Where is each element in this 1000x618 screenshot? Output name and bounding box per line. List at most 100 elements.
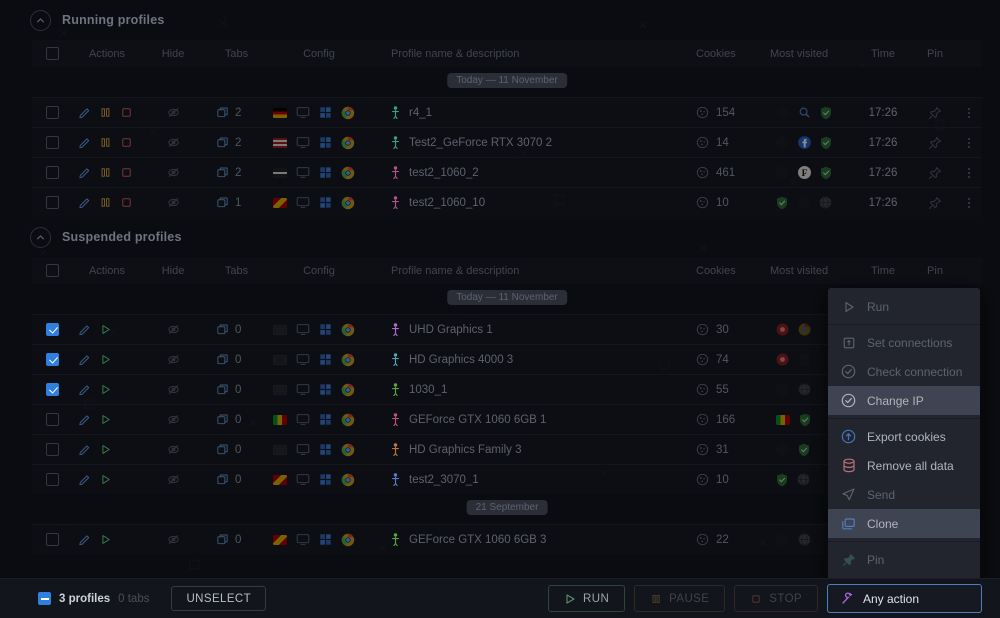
run-button[interactable]: RUN — [548, 585, 626, 612]
row-actions[interactable] — [72, 136, 142, 149]
row-profile-name[interactable]: HD Graphics 4000 3 — [369, 353, 696, 366]
row-hide-toggle[interactable] — [142, 323, 204, 336]
row-config[interactable] — [269, 353, 369, 367]
row-checkbox[interactable] — [45, 353, 59, 366]
hide-eye-icon[interactable] — [166, 323, 181, 336]
edit-pencil-icon[interactable] — [78, 323, 91, 336]
edit-pencil-icon[interactable] — [78, 443, 91, 456]
row-actions[interactable] — [72, 353, 142, 366]
play-icon[interactable] — [99, 473, 112, 486]
table-row[interactable]: 2 test2_1060_2 461 F 17:26 — [32, 157, 982, 187]
row-checkbox[interactable] — [45, 413, 59, 426]
row-select-cell[interactable] — [32, 533, 72, 546]
edit-pencil-icon[interactable] — [78, 136, 91, 149]
row-hide-toggle[interactable] — [142, 473, 204, 486]
selection-checkbox[interactable] — [38, 592, 51, 605]
row-most-visited[interactable] — [768, 196, 852, 210]
row-actions[interactable] — [72, 196, 142, 209]
row-checkbox[interactable] — [45, 166, 59, 179]
row-pin[interactable] — [914, 196, 956, 210]
hide-eye-icon[interactable] — [166, 383, 181, 396]
row-profile-name[interactable]: test2_3070_1 — [369, 473, 696, 486]
row-most-visited[interactable] — [768, 106, 852, 120]
menu-item-set-connections[interactable]: Set connections — [828, 328, 980, 357]
row-hide-toggle[interactable] — [142, 166, 204, 179]
row-actions[interactable] — [72, 533, 142, 546]
row-config[interactable] — [269, 136, 369, 150]
row-actions[interactable] — [72, 473, 142, 486]
row-actions[interactable] — [72, 323, 142, 336]
row-profile-name[interactable]: test2_1060_10 — [369, 196, 696, 209]
table-row[interactable]: 2 Test2_GeForce RTX 3070 2 14 17:26 — [32, 127, 982, 157]
menu-item-pin[interactable]: Pin — [828, 545, 980, 574]
select-all-checkbox[interactable] — [45, 47, 59, 60]
section-header-running[interactable]: Running profiles — [0, 0, 1000, 40]
row-config[interactable] — [269, 443, 369, 457]
row-most-visited[interactable] — [768, 136, 852, 150]
row-hide-toggle[interactable] — [142, 443, 204, 456]
hide-eye-icon[interactable] — [166, 413, 181, 426]
select-all-checkbox[interactable] — [45, 264, 59, 277]
play-icon[interactable] — [99, 383, 112, 396]
pin-icon[interactable] — [928, 106, 942, 120]
row-hide-toggle[interactable] — [142, 533, 204, 546]
row-menu[interactable] — [956, 166, 982, 180]
section-header-suspended[interactable]: Suspended profiles — [0, 217, 1000, 257]
row-select-cell[interactable] — [32, 323, 72, 336]
play-icon[interactable] — [99, 413, 112, 426]
play-icon[interactable] — [99, 323, 112, 336]
select-all-cell[interactable] — [32, 264, 72, 277]
row-menu-dots-icon[interactable] — [967, 106, 971, 120]
menu-item-change-ip[interactable]: Change IP — [828, 386, 980, 415]
row-profile-name[interactable]: HD Graphics Family 3 — [369, 443, 696, 456]
row-profile-name[interactable]: test2_1060_2 — [369, 166, 696, 179]
pin-icon[interactable] — [928, 196, 942, 210]
pin-icon[interactable] — [928, 166, 942, 180]
menu-item-check-connection[interactable]: Check connection — [828, 357, 980, 386]
edit-pencil-icon[interactable] — [78, 353, 91, 366]
pause-icon[interactable] — [99, 196, 112, 209]
row-actions[interactable] — [72, 413, 142, 426]
hide-eye-icon[interactable] — [166, 533, 181, 546]
pause-button[interactable]: PAUSE — [634, 585, 726, 612]
hide-eye-icon[interactable] — [166, 136, 181, 149]
row-profile-name[interactable]: GEForce GTX 1060 6GB 1 — [369, 413, 696, 426]
row-checkbox[interactable] — [45, 533, 59, 546]
play-icon[interactable] — [99, 533, 112, 546]
select-all-cell[interactable] — [32, 47, 72, 60]
menu-item-send[interactable]: Send — [828, 480, 980, 509]
collapse-toggle[interactable] — [30, 226, 51, 248]
row-config[interactable] — [269, 473, 369, 487]
row-menu[interactable] — [956, 136, 982, 150]
row-checkbox[interactable] — [45, 383, 59, 396]
hide-eye-icon[interactable] — [166, 196, 181, 209]
row-select-cell[interactable] — [32, 106, 72, 119]
stop-button[interactable]: STOP — [734, 585, 818, 612]
unselect-button[interactable]: UNSELECT — [171, 586, 267, 611]
row-hide-toggle[interactable] — [142, 136, 204, 149]
row-config[interactable] — [269, 106, 369, 120]
row-select-cell[interactable] — [32, 166, 72, 179]
pause-icon[interactable] — [99, 136, 112, 149]
hide-eye-icon[interactable] — [166, 166, 181, 179]
stop-icon[interactable] — [120, 106, 133, 119]
pause-icon[interactable] — [99, 106, 112, 119]
row-select-cell[interactable] — [32, 136, 72, 149]
row-select-cell[interactable] — [32, 443, 72, 456]
menu-item-export-cookies[interactable]: Export cookies — [828, 422, 980, 451]
menu-item-run[interactable]: Run — [828, 292, 980, 321]
row-menu[interactable] — [956, 196, 982, 210]
row-profile-name[interactable]: UHD Graphics 1 — [369, 323, 696, 336]
row-most-visited[interactable]: F — [768, 166, 852, 180]
row-actions[interactable] — [72, 106, 142, 119]
row-checkbox[interactable] — [45, 136, 59, 149]
edit-pencil-icon[interactable] — [78, 166, 91, 179]
edit-pencil-icon[interactable] — [78, 473, 91, 486]
row-select-cell[interactable] — [32, 196, 72, 209]
row-actions[interactable] — [72, 166, 142, 179]
row-menu-dots-icon[interactable] — [967, 136, 971, 150]
hide-eye-icon[interactable] — [166, 473, 181, 486]
edit-pencil-icon[interactable] — [78, 413, 91, 426]
row-pin[interactable] — [914, 166, 956, 180]
play-icon[interactable] — [99, 353, 112, 366]
